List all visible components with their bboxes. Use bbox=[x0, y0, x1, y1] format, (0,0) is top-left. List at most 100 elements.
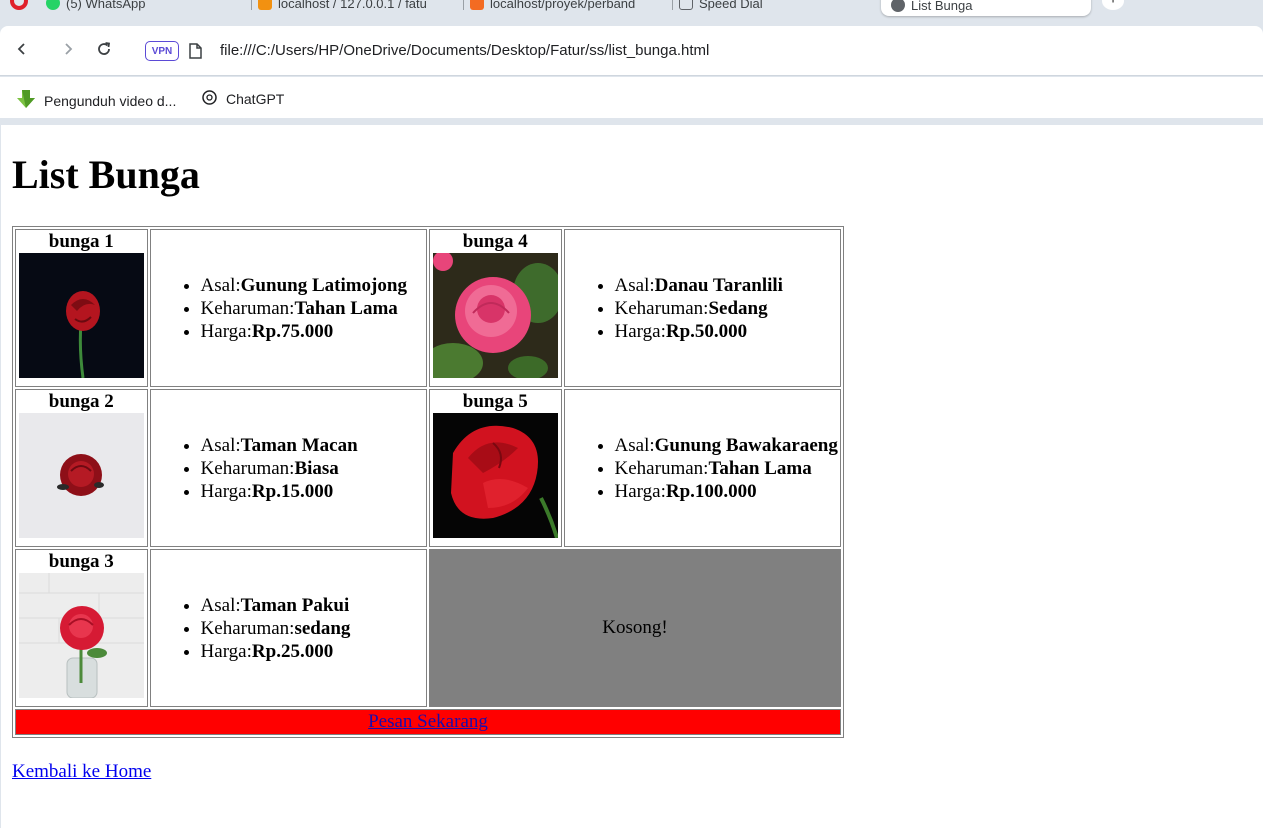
fragrance-item: Keharuman:Sedang bbox=[615, 297, 840, 320]
flower-info-cell: Asal:Gunung Latimojong Keharuman:Tahan L… bbox=[149, 229, 427, 387]
order-row: Pesan Sekarang bbox=[15, 709, 841, 735]
origin-value: Gunung Latimojong bbox=[240, 274, 407, 296]
bookmark-chatgpt[interactable]: ChatGPT bbox=[201, 89, 284, 109]
flower-details: Asal:Taman Macan Keharuman:Biasa Harga:R… bbox=[151, 434, 426, 503]
bookmarks-bar: Pengunduh video d... ChatGPT bbox=[0, 77, 1263, 122]
flower-image-cell: bunga 3 bbox=[15, 549, 148, 707]
origin-label: Asal: bbox=[200, 434, 241, 456]
xampp-icon bbox=[470, 0, 484, 10]
forward-button[interactable] bbox=[57, 40, 79, 62]
origin-value: Danau Taranlili bbox=[654, 274, 783, 296]
fragrance-label: Keharuman: bbox=[614, 297, 709, 319]
tab-separator bbox=[251, 0, 252, 10]
price-label: Harga: bbox=[614, 320, 666, 342]
page-globe-icon bbox=[891, 0, 905, 12]
price-label: Harga: bbox=[200, 640, 252, 662]
price-value: Rp.100.000 bbox=[665, 480, 757, 502]
flower-caption: bunga 4 bbox=[462, 231, 528, 252]
back-button[interactable] bbox=[11, 40, 33, 62]
price-value: Rp.50.000 bbox=[665, 320, 748, 342]
tab-whatsapp[interactable]: (5) WhatsApp bbox=[46, 0, 241, 14]
fragrance-value: Tahan Lama bbox=[708, 457, 812, 479]
page-title: List Bunga bbox=[12, 152, 200, 197]
flower-info-cell: Asal:Gunung Bawakaraeng Keharuman:Tahan … bbox=[563, 389, 841, 547]
tab-speed-dial[interactable]: Speed Dial bbox=[679, 0, 869, 14]
flower-info-cell: Asal:Taman Macan Keharuman:Biasa Harga:R… bbox=[149, 389, 427, 547]
origin-label: Asal: bbox=[200, 594, 241, 616]
origin-item: Asal:Taman Pakui bbox=[201, 594, 426, 617]
flower-info-cell: Asal:Taman Pakui Keharuman:sedang Harga:… bbox=[149, 549, 427, 707]
fragrance-item: Keharuman:Tahan Lama bbox=[201, 297, 426, 320]
flower-caption: bunga 3 bbox=[48, 551, 114, 572]
price-value: Rp.15.000 bbox=[251, 480, 334, 502]
tab-label: (5) WhatsApp bbox=[66, 0, 146, 11]
download-arrow-icon bbox=[16, 89, 36, 112]
table-row: bunga 2 Asal:Taman Macan Keharuman:Biasa… bbox=[15, 389, 841, 547]
bookmark-label: ChatGPT bbox=[226, 91, 285, 107]
flower-details: Asal:Taman Pakui Keharuman:sedang Harga:… bbox=[151, 594, 426, 663]
price-label: Harga: bbox=[614, 480, 666, 502]
address-bar-url[interactable]: file:///C:/Users/HP/OneDrive/Documents/D… bbox=[220, 41, 709, 61]
vpn-badge[interactable]: VPN bbox=[145, 41, 179, 61]
price-item: Harga:Rp.50.000 bbox=[615, 320, 840, 343]
rose-photo-5 bbox=[432, 413, 558, 538]
tab-separator bbox=[463, 0, 464, 10]
order-cell: Pesan Sekarang bbox=[15, 709, 841, 735]
reload-icon bbox=[96, 41, 112, 62]
tab-label: localhost / 127.0.0.1 / fatu bbox=[278, 0, 427, 11]
order-now-link[interactable]: Pesan Sekarang bbox=[368, 711, 488, 732]
flower-caption: bunga 1 bbox=[48, 231, 114, 252]
phpmyadmin-icon bbox=[258, 0, 272, 10]
flower-details: Asal:Danau Taranlili Keharuman:Sedang Ha… bbox=[565, 274, 840, 343]
price-item: Harga:Rp.15.000 bbox=[201, 480, 426, 503]
table-row: bunga 3 Asal:Taman Pakui Keharuman:sedan… bbox=[15, 549, 841, 707]
flower-info-cell: Asal:Danau Taranlili Keharuman:Sedang Ha… bbox=[563, 229, 841, 387]
origin-value: Gunung Bawakaraeng bbox=[654, 434, 838, 456]
tab-label: List Bunga bbox=[911, 0, 973, 13]
flower-image-cell: bunga 4 bbox=[428, 229, 562, 387]
bookmark-video-downloader[interactable]: Pengunduh video d... bbox=[16, 89, 176, 112]
fragrance-item: Keharuman:sedang bbox=[201, 617, 426, 640]
rose-photo-3 bbox=[18, 573, 144, 698]
price-value: Rp.75.000 bbox=[251, 320, 334, 342]
price-item: Harga:Rp.25.000 bbox=[201, 640, 426, 663]
price-item: Harga:Rp.75.000 bbox=[201, 320, 426, 343]
file-icon[interactable] bbox=[189, 43, 202, 64]
fragrance-label: Keharuman: bbox=[200, 617, 295, 639]
empty-slot-cell: Kosong! bbox=[428, 549, 841, 707]
opera-logo-icon[interactable] bbox=[10, 0, 28, 10]
tab-label: localhost/proyek/perband bbox=[490, 0, 636, 11]
tab-phpmyadmin[interactable]: localhost / 127.0.0.1 / fatu bbox=[258, 0, 456, 14]
flower-table: bunga 1 Asal:Gunung Latimojong Keharuman… bbox=[12, 226, 844, 738]
arrow-left-icon bbox=[15, 42, 29, 61]
fragrance-value: sedang bbox=[294, 617, 351, 639]
reload-button[interactable] bbox=[93, 40, 115, 62]
origin-value: Taman Pakui bbox=[240, 594, 350, 616]
origin-item: Asal:Danau Taranlili bbox=[615, 274, 840, 297]
new-tab-button[interactable]: + bbox=[1102, 0, 1124, 10]
price-label: Harga: bbox=[200, 480, 252, 502]
fragrance-item: Keharuman:Biasa bbox=[201, 457, 426, 480]
back-home-link[interactable]: Kembali ke Home bbox=[12, 761, 151, 783]
price-item: Harga:Rp.100.000 bbox=[615, 480, 840, 503]
origin-item: Asal:Gunung Bawakaraeng bbox=[615, 434, 840, 457]
tab-list-bunga[interactable]: List Bunga bbox=[881, 0, 1091, 16]
flower-details: Asal:Gunung Bawakaraeng Keharuman:Tahan … bbox=[565, 434, 840, 503]
rose-photo-4 bbox=[432, 253, 558, 378]
fragrance-value: Sedang bbox=[708, 297, 768, 319]
flower-details: Asal:Gunung Latimojong Keharuman:Tahan L… bbox=[151, 274, 426, 343]
whatsapp-icon bbox=[46, 0, 60, 10]
page-content: List Bunga bunga 1 Asal:Gunung Latimojon… bbox=[0, 125, 1263, 828]
origin-item: Asal:Gunung Latimojong bbox=[201, 274, 426, 297]
fragrance-label: Keharuman: bbox=[614, 457, 709, 479]
price-value: Rp.25.000 bbox=[251, 640, 334, 662]
price-label: Harga: bbox=[200, 320, 252, 342]
fragrance-item: Keharuman:Tahan Lama bbox=[615, 457, 840, 480]
rose-photo-2 bbox=[18, 413, 144, 538]
tab-strip: (5) WhatsApp localhost / 127.0.0.1 / fat… bbox=[0, 0, 1263, 26]
origin-label: Asal: bbox=[200, 274, 241, 296]
address-toolbar: VPN file:///C:/Users/HP/OneDrive/Documen… bbox=[0, 26, 1263, 76]
flower-image-cell: bunga 1 bbox=[15, 229, 148, 387]
tab-localhost-proyek[interactable]: localhost/proyek/perband bbox=[470, 0, 668, 14]
origin-label: Asal: bbox=[614, 274, 655, 296]
